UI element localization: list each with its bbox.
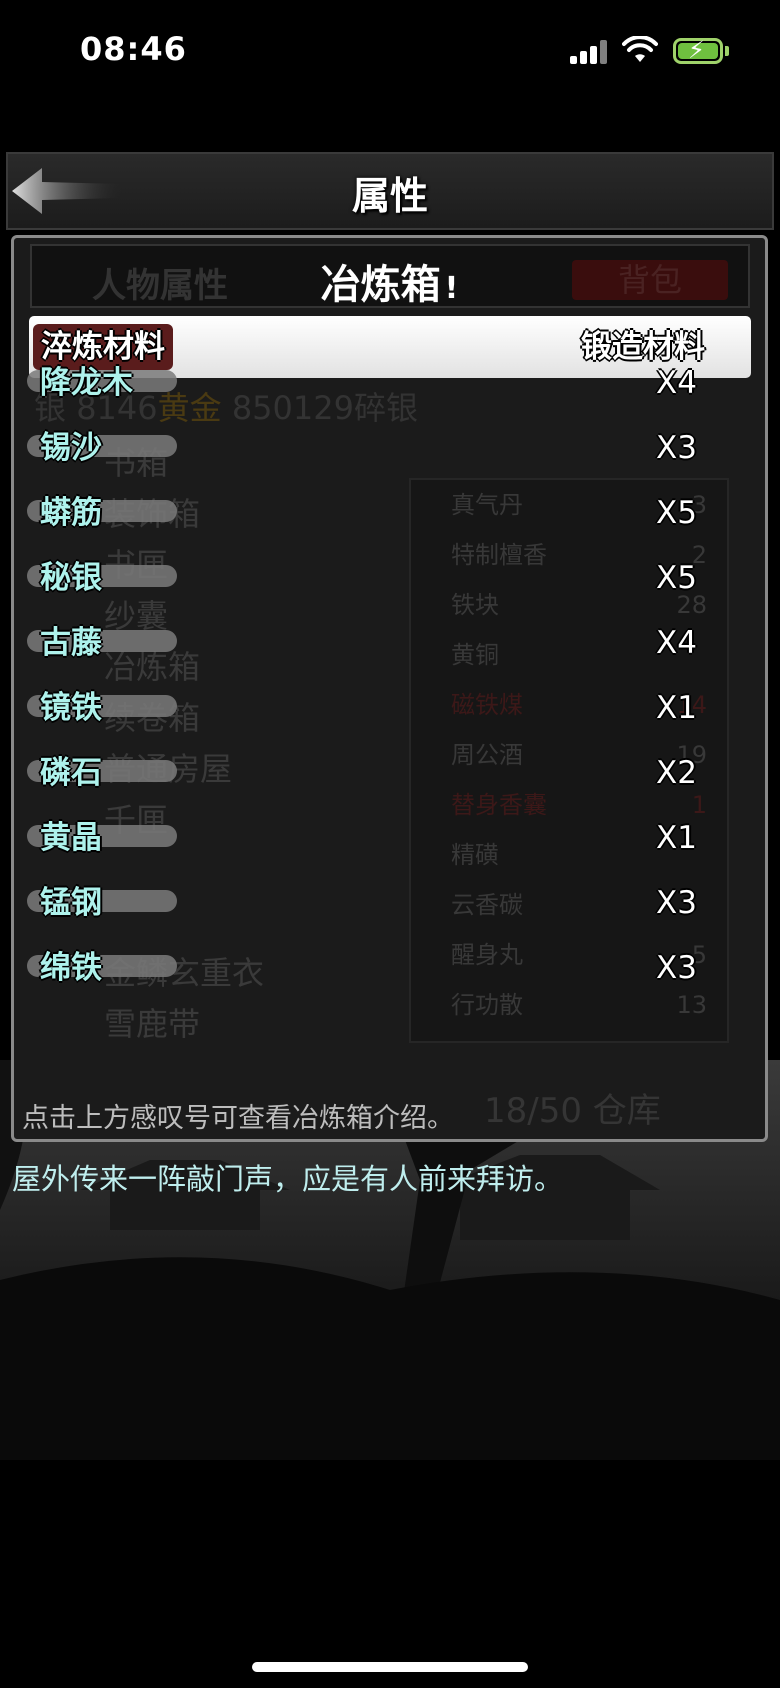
dialog-hint: 点击上方感叹号可查看冶炼箱介绍。 xyxy=(22,1103,454,1134)
status-time: 08:46 xyxy=(80,30,187,68)
list-item[interactable]: 蟒筋 X5 xyxy=(14,488,765,542)
dialog-title: 冶炼箱! xyxy=(14,252,765,310)
material-name: 锡沙 xyxy=(40,430,102,466)
list-item[interactable]: 镜铁 X1 xyxy=(14,683,765,737)
signal-icon xyxy=(570,40,610,64)
material-count: X4 xyxy=(656,365,697,401)
home-indicator[interactable] xyxy=(252,1662,528,1672)
material-name: 锰钢 xyxy=(40,885,102,921)
material-count: X3 xyxy=(656,430,697,466)
list-item[interactable]: 磷石 X2 xyxy=(14,748,765,802)
material-name: 绵铁 xyxy=(40,950,102,986)
box-item: 雪鹿带 xyxy=(104,1005,201,1043)
material-count: X3 xyxy=(656,885,697,921)
material-name: 古藤 xyxy=(40,625,102,661)
list-item[interactable]: 锰钢 X3 xyxy=(14,878,765,932)
list-item[interactable]: 秘银 X5 xyxy=(14,553,765,607)
material-count: X3 xyxy=(656,950,697,986)
material-name: 秘银 xyxy=(40,560,102,596)
list-item[interactable]: 降龙木 X4 xyxy=(14,358,765,412)
page-title: 属性 xyxy=(351,173,428,218)
wifi-icon xyxy=(622,36,658,62)
list-item[interactable]: 黄晶 X1 xyxy=(14,813,765,867)
material-name: 降龙木 xyxy=(40,365,133,401)
material-count: X5 xyxy=(656,560,697,596)
material-count: X1 xyxy=(656,690,697,726)
list-item[interactable]: 绵铁 X3 xyxy=(14,943,765,997)
charging-bolt-icon: ⚡ xyxy=(688,36,705,64)
material-name: 蟒筋 xyxy=(40,495,102,531)
storage-capacity: 18/50 仓库 xyxy=(484,1091,661,1131)
list-item[interactable]: 古藤 X4 xyxy=(14,618,765,672)
battery-cap xyxy=(725,46,729,56)
list-item[interactable]: 锡沙 X3 xyxy=(14,423,765,477)
material-name: 镜铁 xyxy=(40,690,102,726)
info-icon[interactable]: ! xyxy=(445,271,459,306)
dialog-title-text: 冶炼箱 xyxy=(320,262,441,308)
main-panel: 人物属性 背包 银 8146黄金 850129碎银 书箱 装饰箱 书匣 纱囊 冶… xyxy=(11,235,768,1142)
event-notice: 屋外传来一阵敲门声，应是有人前来拜访。 xyxy=(12,1162,564,1196)
material-count: X2 xyxy=(656,755,697,791)
material-count: X1 xyxy=(656,820,697,856)
material-name: 磷石 xyxy=(40,755,102,791)
material-count: X4 xyxy=(656,625,697,661)
material-count: X5 xyxy=(656,495,697,531)
material-name: 黄晶 xyxy=(40,820,102,856)
status-bar: 08:46 ⚡ xyxy=(0,0,780,110)
